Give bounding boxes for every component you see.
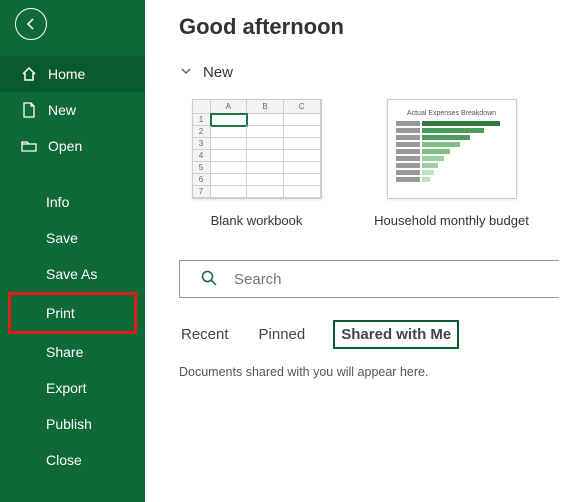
nav-close-label: Close <box>46 452 82 468</box>
search-icon <box>200 269 218 290</box>
tab-pinned[interactable]: Pinned <box>257 320 308 349</box>
nav-publish-label: Publish <box>46 416 92 432</box>
templates-row: ABC 1 2 3 4 5 6 7 Blank workbook Actual … <box>179 99 562 228</box>
blank-workbook-thumbnail: ABC 1 2 3 4 5 6 7 <box>192 99 322 199</box>
empty-shared-message: Documents shared with you will appear he… <box>179 365 562 379</box>
section-new-header[interactable]: New <box>179 64 562 81</box>
back-button[interactable] <box>15 8 47 40</box>
nav-export-label: Export <box>46 380 86 396</box>
page-title: Good afternoon <box>179 14 562 40</box>
budget-thumbnail: Actual Expenses Breakdown <box>387 99 517 199</box>
highlight-print: Print <box>8 292 137 334</box>
nav-export[interactable]: Export <box>0 370 145 406</box>
template-blank-workbook[interactable]: ABC 1 2 3 4 5 6 7 Blank workbook <box>179 99 334 228</box>
template-household-budget[interactable]: Actual Expenses Breakdown Household mont… <box>374 99 529 228</box>
tab-recent[interactable]: Recent <box>179 320 231 349</box>
nav-saveas-label: Save As <box>46 266 97 282</box>
folder-open-icon <box>20 139 38 153</box>
nav-share-label: Share <box>46 344 83 360</box>
budget-thumb-title: Actual Expenses Breakdown <box>396 110 508 117</box>
main-content: Good afternoon New ABC 1 2 3 4 5 6 7 <box>145 0 562 502</box>
nav-home-label: Home <box>48 66 85 82</box>
doc-tabs: Recent Pinned Shared with Me <box>179 320 562 349</box>
home-icon <box>20 66 38 82</box>
backstage-sidebar: Home New Open Info Save Save As Print Sh… <box>0 0 145 502</box>
nav-publish[interactable]: Publish <box>0 406 145 442</box>
search-box[interactable] <box>179 260 559 298</box>
nav-new[interactable]: New <box>0 92 145 128</box>
nav-new-label: New <box>48 102 76 118</box>
tab-shared-with-me[interactable]: Shared with Me <box>333 320 459 349</box>
nav-info-label: Info <box>46 194 69 210</box>
nav-close[interactable]: Close <box>0 442 145 478</box>
template-budget-label: Household monthly budget <box>374 213 529 228</box>
nav-save-label: Save <box>46 230 78 246</box>
nav-print[interactable]: Print <box>11 295 134 331</box>
search-input[interactable] <box>234 271 559 288</box>
chevron-down-icon <box>179 64 193 81</box>
nav-open-label: Open <box>48 138 82 154</box>
nav-save[interactable]: Save <box>0 220 145 256</box>
arrow-left-icon <box>23 16 39 32</box>
nav-info[interactable]: Info <box>0 184 145 220</box>
nav-share[interactable]: Share <box>0 334 145 370</box>
nav-open[interactable]: Open <box>0 128 145 164</box>
template-blank-label: Blank workbook <box>179 213 334 228</box>
nav-home[interactable]: Home <box>0 56 145 92</box>
nav-save-as[interactable]: Save As <box>0 256 145 292</box>
nav-print-label: Print <box>46 305 75 321</box>
document-icon <box>20 102 38 118</box>
section-new-label: New <box>203 64 233 81</box>
